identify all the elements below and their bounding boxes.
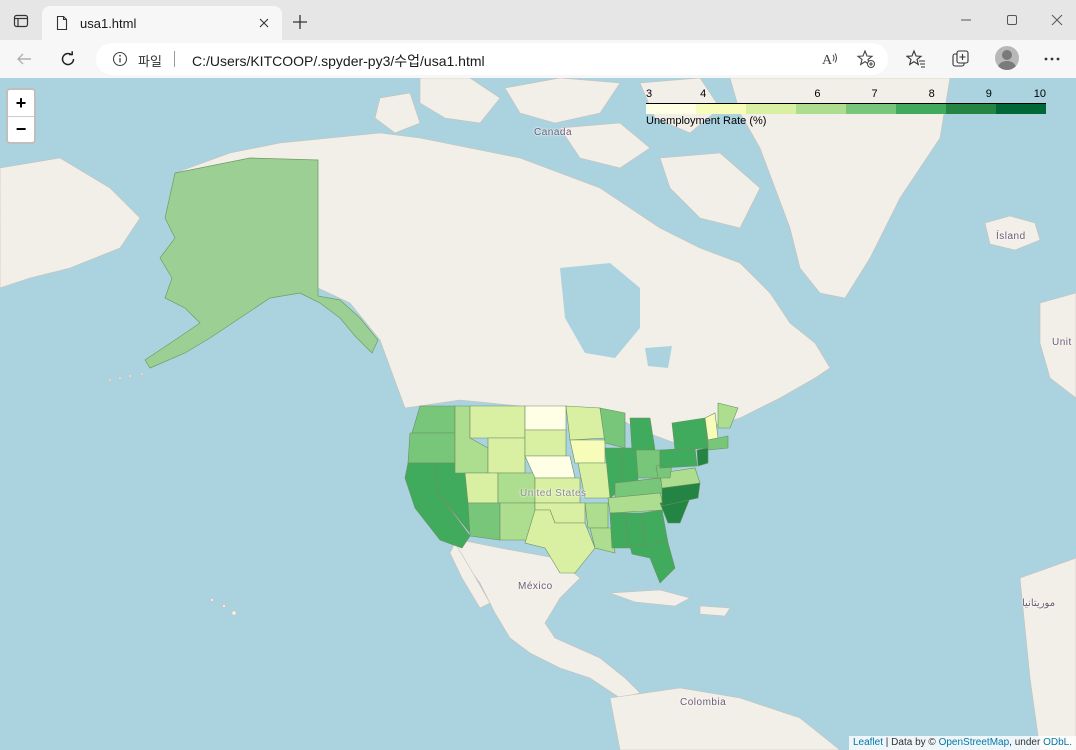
label-colombia: Colombia	[680, 697, 727, 708]
state-washington	[411, 405, 456, 434]
collections-icon[interactable]	[947, 45, 975, 73]
legend-tick: 3	[646, 88, 653, 100]
state-iowa	[569, 439, 606, 464]
leaflet-link[interactable]: Leaflet	[853, 737, 883, 748]
label-united-states: United States	[520, 488, 587, 499]
legend-swatch	[946, 104, 996, 114]
state-ohio	[635, 449, 661, 479]
legend-swatch	[646, 104, 696, 114]
tab-actions-icon[interactable]	[8, 8, 34, 34]
state-new-jersey	[696, 447, 709, 467]
minimize-button[interactable]	[946, 6, 986, 34]
label-unit: Unit	[1052, 337, 1072, 348]
window-close-button[interactable]	[1037, 6, 1076, 34]
legend-tick: 7	[871, 88, 878, 100]
state-florida	[629, 542, 676, 584]
close-icon[interactable]	[252, 11, 276, 35]
zoom-control: + −	[6, 88, 36, 144]
site-info-label[interactable]: 파일	[138, 51, 162, 70]
label-iceland: Ísland	[996, 231, 1026, 242]
maximize-button[interactable]	[992, 6, 1032, 34]
legend-swatch	[746, 104, 796, 114]
state-south-dakota	[524, 429, 567, 457]
state-arkansas	[584, 502, 609, 529]
file-icon	[54, 15, 70, 31]
new-tab-button[interactable]	[288, 10, 312, 34]
state-utah	[464, 472, 499, 504]
favorites-icon[interactable]	[902, 45, 930, 73]
legend-swatch	[896, 104, 946, 114]
legend-tick: 6	[814, 88, 821, 100]
read-aloud-icon[interactable]: A	[818, 47, 842, 71]
profile-avatar[interactable]	[995, 46, 1019, 70]
state-michigan	[629, 417, 656, 451]
state-georgia	[641, 509, 669, 547]
state-maine	[717, 402, 739, 429]
address-toolbar: 파일 C:/Users/KITCOOP/.spyder-py3/수업/usa1.…	[0, 40, 1076, 78]
legend-swatch	[796, 104, 846, 114]
plus-icon	[293, 15, 307, 29]
color-legend: 3 4 6 7 8 9 10 Unemployment Rate (%)	[646, 88, 1046, 128]
refresh-button[interactable]	[54, 45, 82, 73]
state-wyoming	[487, 437, 526, 474]
osm-link[interactable]: OpenStreetMap	[939, 737, 1010, 748]
label-mauritania: موريتانيا	[1022, 598, 1056, 609]
attribution-text: | Data by ©	[883, 737, 939, 748]
back-button[interactable]	[10, 45, 38, 73]
legend-tick: 9	[985, 88, 992, 100]
legend-swatch	[996, 104, 1046, 114]
state-pennsylvania	[659, 447, 698, 469]
state-north-dakota	[524, 405, 567, 431]
url-text[interactable]: C:/Users/KITCOOP/.spyder-py3/수업/usa1.htm…	[192, 51, 485, 71]
legend-swatch	[696, 104, 746, 114]
browser-tab[interactable]: usa1.html	[42, 6, 282, 40]
legend-tick: 10	[1033, 88, 1046, 100]
state-arizona	[467, 502, 501, 541]
legend-color-bar	[646, 103, 1046, 114]
legend-tick: 8	[928, 88, 935, 100]
zoom-in-button[interactable]: +	[8, 90, 34, 116]
zoom-out-button[interactable]: −	[8, 116, 34, 142]
info-icon[interactable]	[112, 51, 128, 67]
state-new-york	[671, 417, 709, 451]
state-oregon	[407, 432, 456, 464]
legend-tick: 4	[700, 88, 707, 100]
label-mexico: México	[518, 581, 553, 592]
state-mississippi	[609, 512, 629, 549]
us-choropleth	[404, 402, 739, 584]
svg-text:A: A	[822, 53, 833, 68]
legend-swatch	[846, 104, 896, 114]
map-attribution: Leaflet | Data by © OpenStreetMap, under…	[848, 736, 1076, 750]
state-alabama	[625, 512, 646, 549]
tab-title: usa1.html	[80, 15, 137, 31]
tab-strip: usa1.html	[0, 0, 1076, 40]
back-arrow-icon	[17, 53, 31, 65]
divider	[174, 51, 175, 67]
attribution-under: , under	[1009, 737, 1044, 748]
legend-caption: Unemployment Rate (%)	[646, 115, 767, 127]
leaflet-map[interactable]: Canada Ísland Unit United States México …	[0, 78, 1076, 750]
odbl-link[interactable]: ODbL.	[1043, 737, 1072, 748]
star-plus-icon[interactable]	[854, 47, 878, 71]
refresh-icon	[61, 51, 75, 66]
state-montana	[469, 405, 526, 439]
more-icon[interactable]	[1038, 45, 1066, 73]
address-bar[interactable]: 파일 C:/Users/KITCOOP/.spyder-py3/수업/usa1.…	[96, 43, 888, 75]
state-minnesota	[565, 405, 606, 441]
label-canada: Canada	[534, 127, 573, 138]
